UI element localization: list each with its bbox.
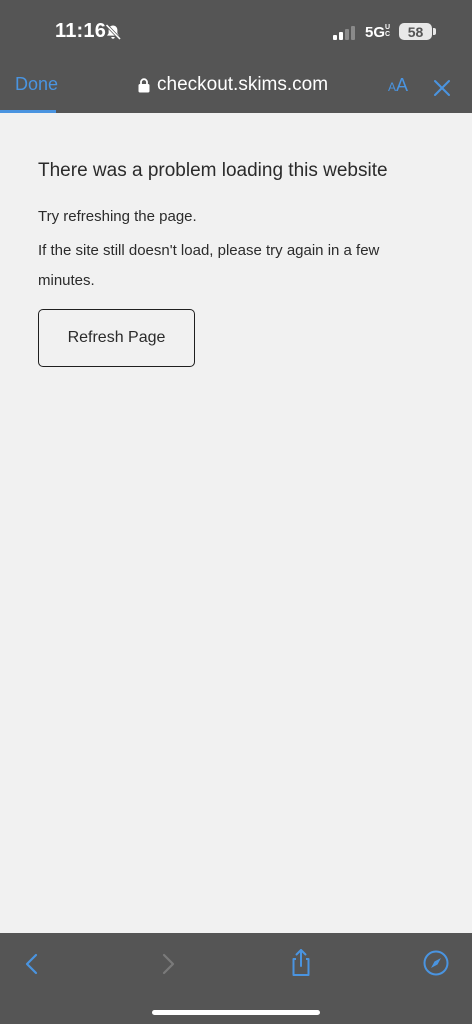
top-chrome: 11:16 5GUC 58 Done checkout.skims.com A … (0, 0, 472, 113)
network-type: 5GUC (365, 24, 391, 41)
home-indicator (152, 1010, 320, 1015)
compass-icon[interactable] (423, 950, 449, 976)
done-button[interactable]: Done (15, 74, 58, 95)
text-size-large-a: A (396, 75, 409, 95)
url-text: checkout.skims.com (157, 74, 329, 95)
battery-nub (433, 28, 436, 35)
battery-indicator: 58 (399, 23, 432, 40)
text-size-small-a: A (388, 80, 397, 94)
cellular-signal-icon (333, 26, 355, 40)
back-icon[interactable] (22, 952, 42, 976)
error-message-line1: Try refreshing the page. (38, 208, 197, 225)
status-bar: 11:16 5GUC 58 (0, 0, 472, 62)
page-content: There was a problem loading this website… (0, 113, 472, 933)
browser-header: Done checkout.skims.com A A (0, 62, 472, 113)
silent-bell-icon (105, 23, 122, 41)
error-message-line2: If the site still doesn't load, please t… (38, 242, 380, 289)
refresh-page-button[interactable]: Refresh Page (38, 309, 195, 367)
status-time: 11:16 (55, 20, 107, 42)
battery-level: 58 (407, 23, 424, 40)
lock-icon (138, 77, 150, 92)
network-suffix: UC (385, 24, 391, 38)
forward-icon[interactable] (158, 952, 178, 976)
text-size-button[interactable]: A A (388, 75, 408, 96)
bottom-toolbar (0, 933, 472, 1024)
close-icon[interactable] (432, 78, 452, 98)
share-icon[interactable] (288, 948, 314, 978)
address-bar[interactable]: checkout.skims.com (138, 72, 328, 98)
error-title: There was a problem loading this website (38, 160, 388, 181)
